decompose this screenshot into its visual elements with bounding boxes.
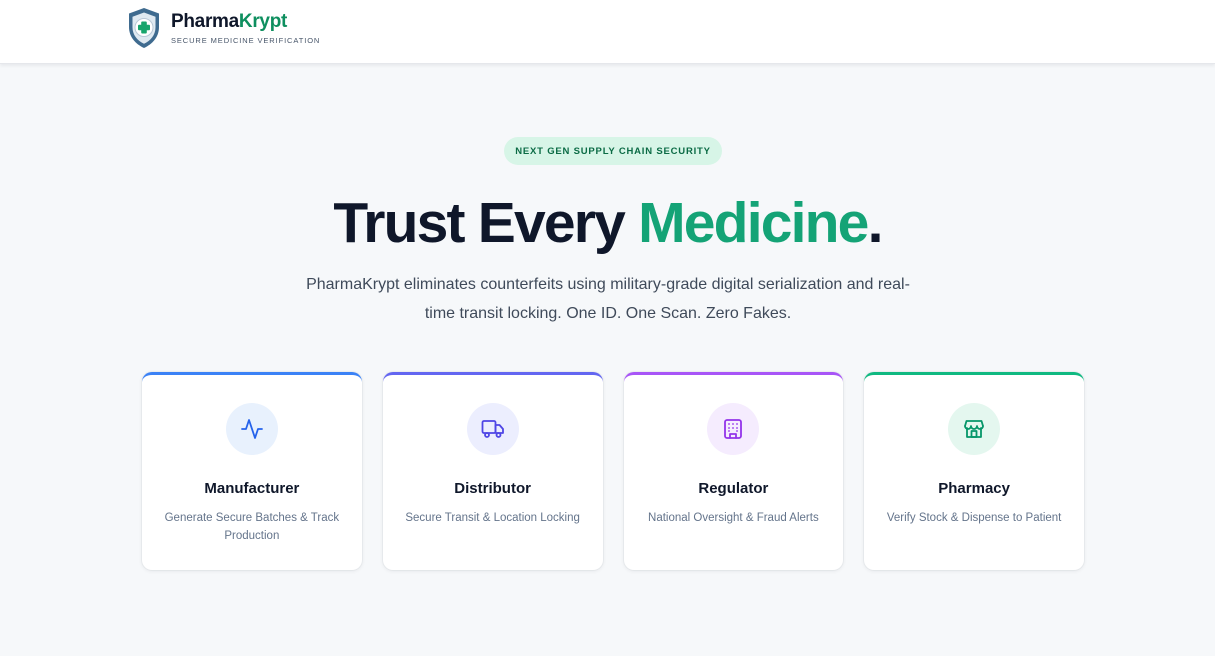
store-icon: [964, 420, 985, 438]
hero-title: Trust Every Medicine.: [333, 191, 883, 255]
card-description: Verify Stock & Dispense to Patient: [886, 512, 1062, 524]
card-icon-wrapper: [707, 403, 760, 455]
brand-tagline: SECURE MEDICINE VERIFICATION: [171, 36, 321, 45]
truck-icon: [481, 420, 504, 438]
card-title: Distributor: [454, 480, 531, 497]
shield-logo-icon: [129, 8, 159, 48]
card-description: National Oversight & Fraud Alerts: [648, 512, 819, 524]
brand-name: PharmaKrypt: [171, 11, 288, 32]
role-cards: Manufacturer Generate Secure Batches & T…: [142, 372, 1084, 570]
card-title: Regulator: [698, 480, 769, 497]
top-navbar: PharmaKrypt SECURE MEDICINE VERIFICATION: [0, 0, 1215, 64]
hero-badge: NEXT GEN SUPPLY CHAIN SECURITY: [504, 137, 722, 165]
card-description: Generate Secure Batches & Track Producti…: [164, 512, 340, 542]
brand-logo[interactable]: PharmaKrypt SECURE MEDICINE VERIFICATION: [126, 6, 320, 50]
building-icon: [724, 419, 743, 439]
card-title: Manufacturer: [204, 480, 300, 497]
card-title: Pharmacy: [938, 480, 1010, 497]
card-icon-wrapper: [225, 403, 278, 455]
hero-description: PharmaKrypt eliminates counterfeits usin…: [306, 276, 910, 322]
card-distributor[interactable]: Distributor Secure Transit & Location Lo…: [382, 372, 603, 570]
card-manufacturer[interactable]: Manufacturer Generate Secure Batches & T…: [142, 372, 362, 570]
card-icon-wrapper: [948, 403, 1001, 455]
card-icon-wrapper: [466, 403, 519, 455]
card-pharmacy[interactable]: Pharmacy Verify Stock & Dispense to Pati…: [864, 372, 1084, 570]
activity-icon: [240, 419, 263, 439]
card-description: Secure Transit & Location Locking: [405, 512, 580, 524]
card-regulator[interactable]: Regulator National Oversight & Fraud Ale…: [623, 372, 844, 570]
